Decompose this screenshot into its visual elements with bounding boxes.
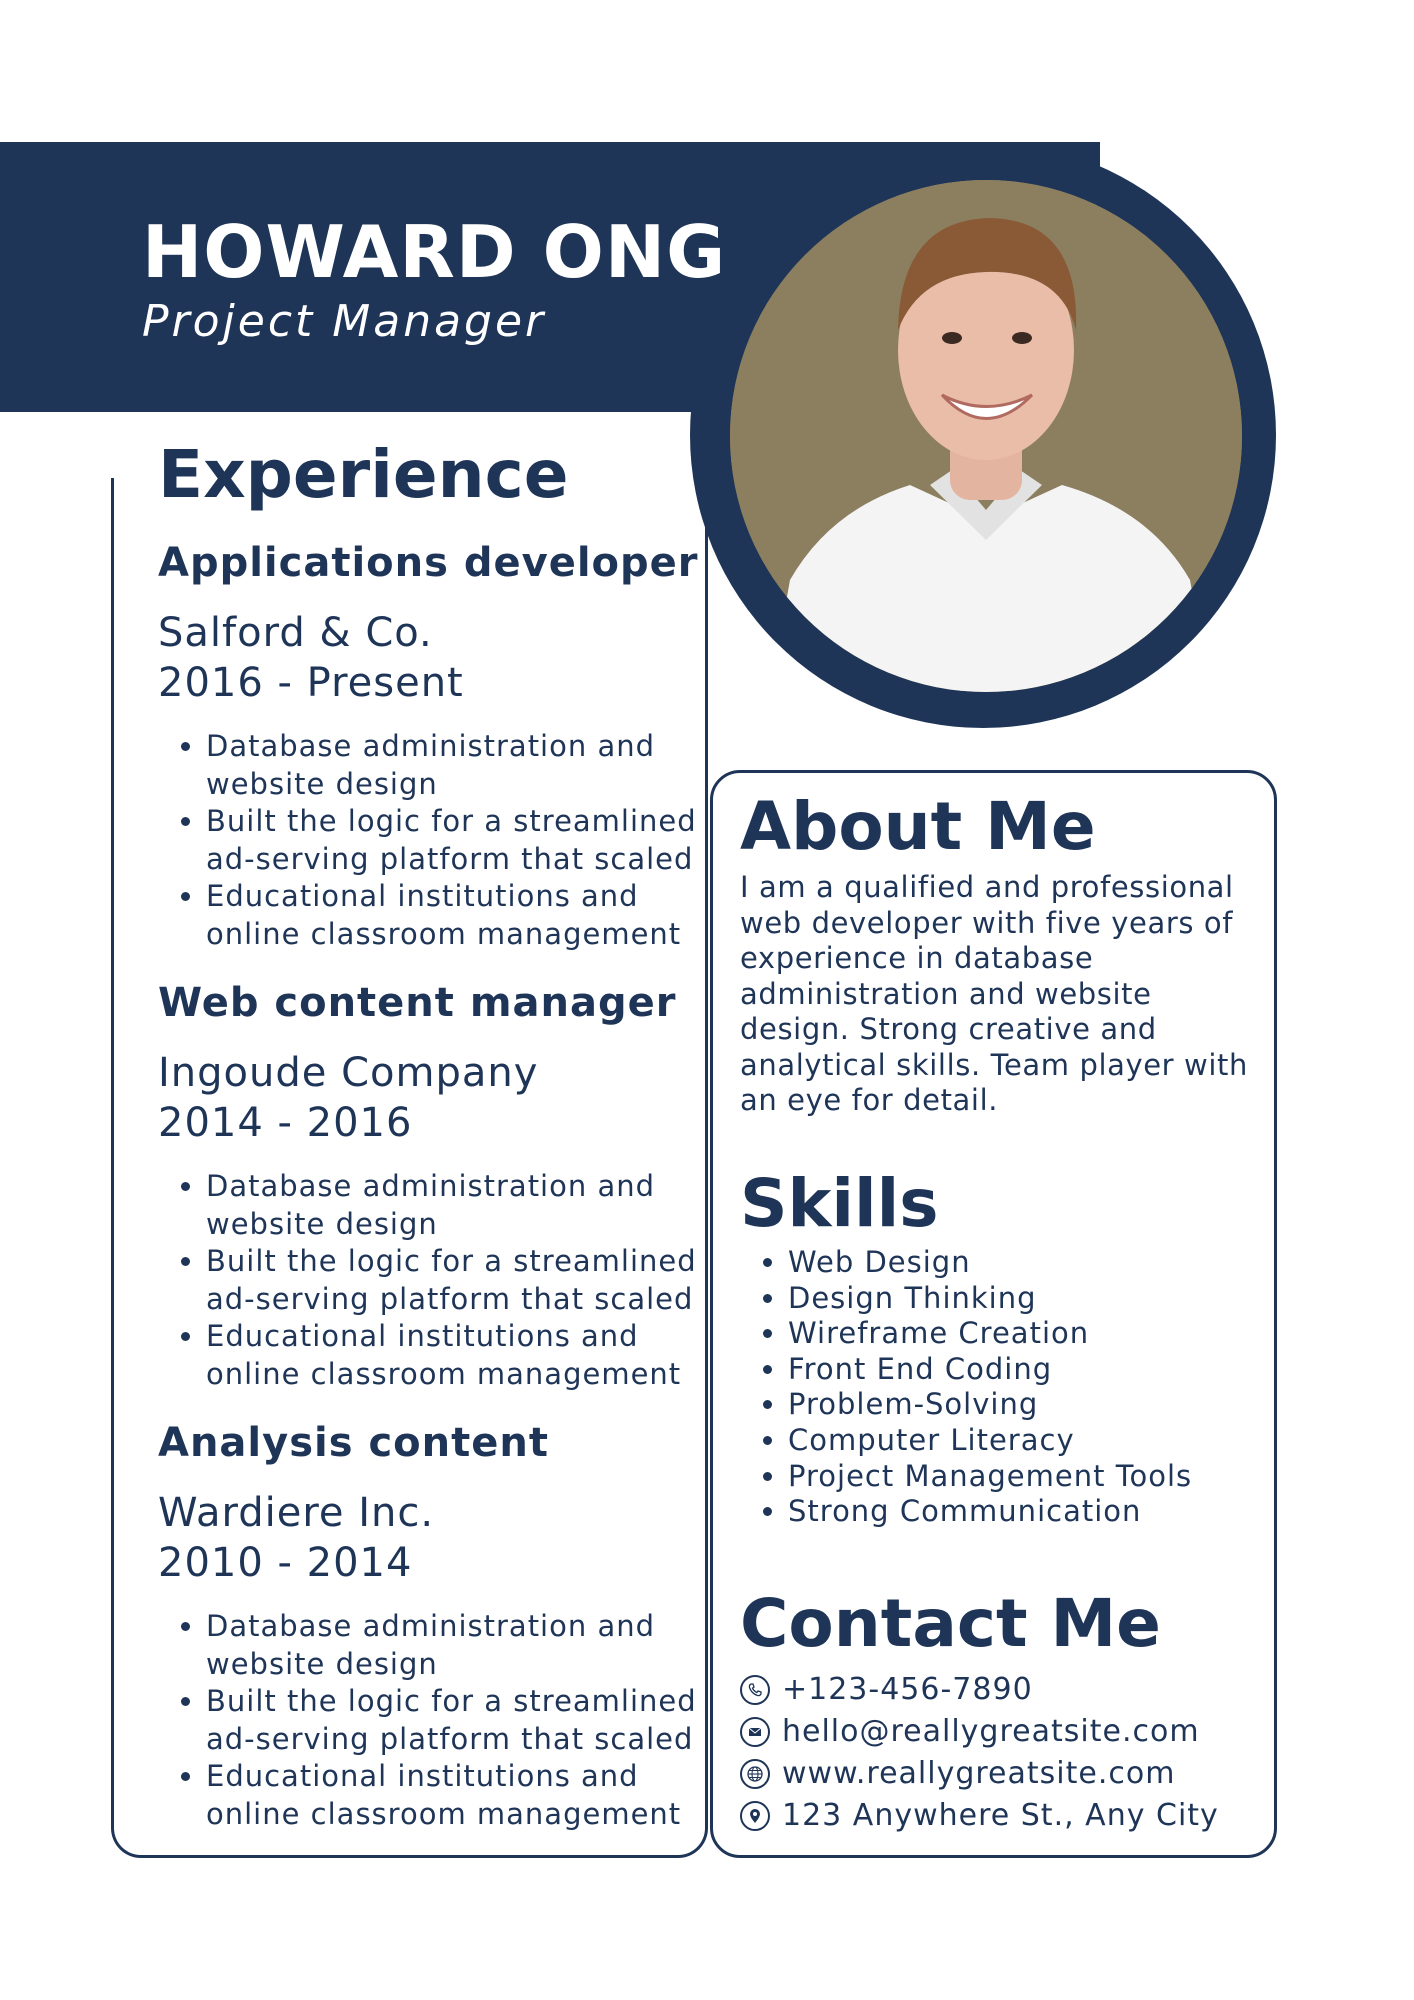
job-bullets: Database administration and website desi… xyxy=(168,728,697,953)
list-item: Built the logic for a streamlined ad-ser… xyxy=(206,1243,697,1318)
contact-address: 123 Anywhere St., Any City xyxy=(740,1798,1219,1833)
candidate-name: HOWARD ONG xyxy=(142,210,727,294)
list-item: Project Management Tools xyxy=(788,1459,1192,1495)
list-item: Wireframe Creation xyxy=(788,1316,1192,1352)
list-item: Database administration and website desi… xyxy=(206,1168,697,1243)
candidate-role: Project Manager xyxy=(142,296,547,347)
list-item: Database administration and website desi… xyxy=(206,728,697,803)
list-item: Educational institutions and online clas… xyxy=(206,878,697,953)
list-item: Built the logic for a streamlined ad-ser… xyxy=(206,803,697,878)
list-item: Front End Coding xyxy=(788,1352,1192,1388)
job-company: Salford & Co. xyxy=(158,610,433,656)
list-item: Design Thinking xyxy=(788,1281,1192,1317)
contact-email: hello@reallygreatsite.com xyxy=(740,1714,1200,1749)
email-icon xyxy=(740,1716,770,1747)
globe-icon xyxy=(740,1758,770,1789)
contact-phone: +123-456-7890 xyxy=(740,1672,1033,1707)
list-item: Web Design xyxy=(788,1245,1192,1281)
experience-heading: Experience xyxy=(158,436,569,513)
list-item: Problem-Solving xyxy=(788,1387,1192,1423)
list-item: Educational institutions and online clas… xyxy=(206,1758,697,1833)
job-bullets: Database administration and website desi… xyxy=(168,1168,697,1393)
contact-website: www.reallygreatsite.com xyxy=(740,1756,1175,1791)
job-title: Web content manager xyxy=(158,980,677,1026)
phone-icon xyxy=(740,1674,770,1705)
list-item: Built the logic for a streamlined ad-ser… xyxy=(206,1683,697,1758)
job-years: 2016 - Present xyxy=(158,660,464,706)
job-bullets: Database administration and website desi… xyxy=(168,1608,697,1833)
job-company: Wardiere Inc. xyxy=(158,1490,435,1536)
job-title: Applications developer xyxy=(158,540,699,586)
about-text: I am a qualified and professional web de… xyxy=(740,870,1248,1117)
skills-list: Web Design Design Thinking Wireframe Cre… xyxy=(760,1245,1192,1530)
job-title: Analysis content xyxy=(158,1420,549,1466)
list-item: Database administration and website desi… xyxy=(206,1608,697,1683)
skills-heading: Skills xyxy=(740,1165,939,1242)
website-text[interactable]: www.reallygreatsite.com xyxy=(782,1756,1175,1791)
email-text[interactable]: hello@reallygreatsite.com xyxy=(782,1714,1200,1749)
about-heading: About Me xyxy=(740,788,1096,865)
profile-photo xyxy=(730,180,1242,692)
contact-heading: Contact Me xyxy=(740,1585,1161,1662)
phone-text[interactable]: +123-456-7890 xyxy=(782,1672,1033,1707)
address-text: 123 Anywhere St., Any City xyxy=(782,1798,1219,1833)
list-item: Strong Communication xyxy=(788,1494,1192,1530)
location-icon xyxy=(740,1800,770,1831)
list-item: Computer Literacy xyxy=(788,1423,1192,1459)
job-company: Ingoude Company xyxy=(158,1050,539,1096)
list-item: Educational institutions and online clas… xyxy=(206,1318,697,1393)
job-years: 2014 - 2016 xyxy=(158,1100,413,1146)
job-years: 2010 - 2014 xyxy=(158,1540,413,1586)
